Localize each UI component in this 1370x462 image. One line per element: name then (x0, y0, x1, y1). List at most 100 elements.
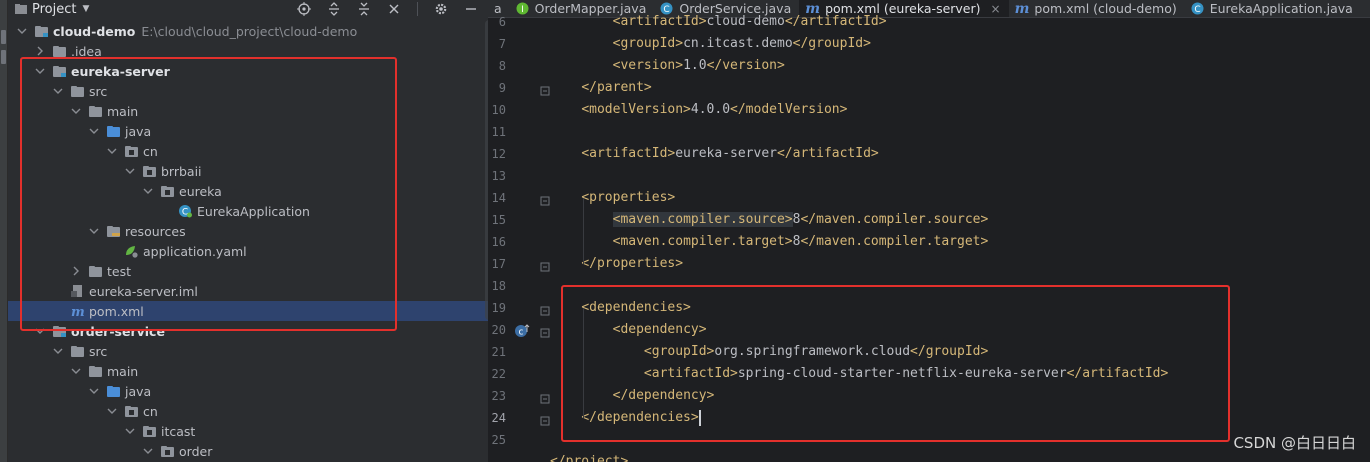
fold-marker-icon[interactable] (540, 392, 550, 404)
svg-text:c: c (519, 328, 524, 338)
chevron-down-icon[interactable] (88, 385, 100, 397)
chevron-right-icon[interactable] (34, 45, 46, 57)
tree-item-path: E:\cloud\cloud_project\cloud-demo (141, 23, 358, 39)
line-number: 23 (491, 389, 506, 403)
code-line[interactable]: <maven.compiler.target>8</maven.compiler… (550, 231, 989, 253)
chevron-down-icon[interactable] (52, 345, 64, 357)
chevron-down-icon[interactable] (106, 405, 118, 417)
code-line[interactable]: <properties> (550, 187, 675, 209)
tool-window-strip (0, 0, 8, 462)
tree-row[interactable]: cloud-demo E:\cloud\cloud_project\cloud-d… (8, 21, 488, 41)
code-line[interactable]: <version>1.0</version> (550, 55, 785, 77)
code-line[interactable]: <modelVersion>4.0.0</modelVersion> (550, 99, 847, 121)
expand-all-icon[interactable] (327, 2, 341, 16)
tool-window-button[interactable] (1, 50, 6, 64)
svg-text:I: I (521, 5, 524, 15)
line-number: 8 (498, 59, 506, 73)
editor-gutter: 6 7 8 9 10 11 12 13 14 15 16 17 18 19 20 c 21 22 23 24 25 (488, 15, 550, 462)
tree-item-label: src (89, 343, 108, 359)
code-line[interactable]: </project> (550, 451, 628, 462)
line-number: 6 (498, 15, 506, 29)
close-icon[interactable] (387, 2, 401, 16)
tree-row[interactable]: main (8, 361, 488, 381)
fold-marker-icon[interactable] (540, 304, 550, 316)
code-line[interactable]: </properties> (550, 253, 683, 275)
source-folder-icon (106, 384, 121, 398)
line-number: 15 (491, 213, 506, 227)
project-panel: Project ▼ cloud-demo E:\cloud\cloud_proj… (8, 0, 493, 462)
close-icon[interactable]: × (991, 2, 1001, 16)
line-number: 12 (491, 147, 506, 161)
collapse-all-icon[interactable] (357, 2, 371, 16)
line-number: 19 (491, 301, 506, 315)
chevron-down-icon[interactable] (142, 445, 154, 457)
line-number: 10 (491, 103, 506, 117)
line-number: 14 (491, 191, 506, 205)
fold-marker-icon[interactable] (540, 84, 550, 96)
chevron-down-icon[interactable] (16, 25, 28, 37)
minimize-icon[interactable] (464, 2, 478, 16)
tree-row[interactable]: cn (8, 401, 488, 421)
gear-icon[interactable] (434, 2, 448, 16)
line-number: 25 (491, 433, 506, 447)
tree-row[interactable]: itcast (8, 421, 488, 441)
project-folder-icon (14, 2, 28, 16)
header-divider (417, 2, 418, 16)
line-number: 13 (491, 169, 506, 183)
line-number: 18 (491, 279, 506, 293)
code-line[interactable]: <maven.compiler.source>8</maven.compiler… (550, 209, 988, 231)
line-number: 17 (491, 257, 506, 271)
chevron-down-icon[interactable] (70, 365, 82, 377)
tree-item-label: order (179, 443, 213, 459)
annotation-box-dependencies (561, 285, 1230, 442)
line-number: 22 (491, 367, 506, 381)
folder-icon (88, 364, 103, 378)
svg-text:C: C (1194, 5, 1200, 15)
line-number: 20 (491, 323, 506, 337)
chevron-down-icon[interactable]: ▼ (82, 4, 89, 14)
tree-item-label: main (107, 363, 139, 379)
package-icon (142, 424, 157, 438)
tree-row[interactable]: src (8, 341, 488, 361)
maven-m-icon: m (1014, 0, 1030, 17)
tree-item-label: java (125, 383, 152, 399)
editor-tab[interactable]: C EurekaApplication.java (1185, 0, 1361, 17)
tree-row[interactable]: java (8, 381, 488, 401)
watermark: CSDN @白日日白 (1233, 434, 1356, 452)
project-panel-title[interactable]: Project (32, 2, 76, 17)
code-line[interactable]: <groupId>cn.itcast.demo</groupId> (550, 33, 871, 55)
line-number: 7 (498, 37, 506, 51)
folder-icon (52, 44, 67, 58)
line-number: 16 (491, 235, 506, 249)
spring-class-icon: C (1191, 2, 1204, 15)
line-number: 24 (491, 411, 506, 425)
line-number: 11 (491, 125, 506, 139)
fold-marker-icon[interactable] (540, 260, 550, 272)
fold-marker-icon[interactable] (540, 414, 550, 426)
editor-tab-label: pom.xml (cloud-demo) (1034, 1, 1177, 16)
code-line[interactable]: <artifactId>eureka-server</artifactId> (550, 143, 878, 165)
editor-tab-label: a (494, 1, 502, 16)
tree-row[interactable]: order (8, 441, 488, 461)
tool-window-button[interactable] (1, 30, 6, 44)
tree-item-label: cloud-demo (53, 23, 136, 39)
editor: a I OrderMapper.java C OrderService.java m pom… (488, 0, 1370, 462)
code-line[interactable]: <artifactId>cloud-demo</artifactId> (550, 11, 887, 33)
line-number: 9 (498, 81, 506, 95)
annotation-box-tree (20, 57, 397, 331)
module-folder-icon (34, 24, 49, 38)
package-icon (160, 444, 175, 458)
fold-marker-icon[interactable] (540, 194, 550, 206)
editor-tab[interactable]: m pom.xml (cloud-demo) (1009, 0, 1185, 17)
interface-icon: I (516, 2, 529, 15)
code-line[interactable]: </parent> (550, 77, 651, 99)
tree-item-label: cn (143, 403, 158, 419)
line-number: 21 (491, 345, 506, 359)
dependency-gutter-icon[interactable]: c (514, 324, 530, 341)
tree-item-label: itcast (161, 423, 196, 439)
project-panel-header: Project ▼ (8, 0, 488, 18)
fold-marker-icon[interactable] (540, 326, 550, 338)
chevron-down-icon[interactable] (124, 425, 136, 437)
locate-icon[interactable] (297, 2, 311, 16)
indent-guide (583, 198, 584, 264)
